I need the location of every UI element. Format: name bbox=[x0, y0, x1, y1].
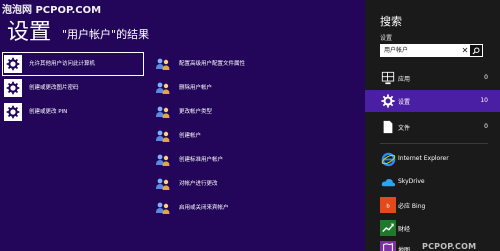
gear-icon bbox=[4, 79, 22, 97]
app-bing[interactable]: b 必应 Bing bbox=[365, 194, 500, 216]
category-settings[interactable]: 设置 10 bbox=[365, 90, 500, 112]
search-input[interactable] bbox=[381, 45, 460, 56]
maps-icon bbox=[380, 241, 396, 251]
users-icon bbox=[154, 79, 172, 97]
category-apps[interactable]: 应用 0 bbox=[365, 67, 500, 89]
result-item-create-account[interactable]: 创建帐户 bbox=[152, 124, 272, 148]
app-finance[interactable]: 财经 bbox=[365, 217, 500, 239]
result-item-advanced-profile[interactable]: 配置高级用户配置文件属性 bbox=[152, 52, 272, 76]
users-icon bbox=[154, 55, 172, 73]
internet-explorer-icon bbox=[380, 151, 396, 167]
result-item-pin[interactable]: 创建或更改 PIN bbox=[2, 100, 144, 124]
results-column-right: 配置高级用户配置文件属性 删除用户帐户 更改帐户类型 创建帐户 创建标准用户帐户… bbox=[152, 52, 272, 220]
app-internet-explorer[interactable]: Internet Explorer bbox=[365, 148, 500, 170]
gear-icon bbox=[4, 55, 22, 73]
result-label: 创建标准用户帐户 bbox=[179, 157, 224, 163]
skydrive-icon bbox=[380, 174, 396, 190]
bing-icon: b bbox=[380, 197, 396, 213]
bottom-watermark: PCPOP.COM bbox=[422, 242, 477, 251]
category-label: 应用 bbox=[398, 76, 411, 83]
finance-icon bbox=[380, 220, 396, 236]
users-icon bbox=[154, 175, 172, 193]
result-label: 创建帐户 bbox=[179, 133, 202, 139]
users-icon bbox=[154, 103, 172, 121]
search-box[interactable]: ✕ bbox=[380, 44, 483, 57]
users-icon bbox=[154, 151, 172, 169]
result-label: 启用或关闭来宾帐户 bbox=[179, 205, 229, 211]
close-icon[interactable]: ✕ bbox=[460, 45, 470, 56]
page-title: 设置 bbox=[7, 20, 52, 45]
result-item-modify-account[interactable]: 对帐户进行更改 bbox=[152, 172, 272, 196]
users-icon bbox=[154, 199, 172, 217]
page-subtitle: "用户帐户"的结果 bbox=[62, 28, 150, 41]
category-count: 0 bbox=[484, 74, 488, 81]
result-label: 对帐户进行更改 bbox=[179, 181, 218, 187]
app-skydrive[interactable]: SkyDrive bbox=[365, 171, 500, 193]
result-item-delete-account[interactable]: 删除用户帐户 bbox=[152, 76, 272, 100]
result-label: 删除用户帐户 bbox=[179, 85, 213, 91]
search-results-pane: 泡泡网 PCPOP.COM 设置 "用户帐户"的结果 允许其他用户访问此计算机 … bbox=[0, 0, 365, 251]
result-label: 更改帐户类型 bbox=[179, 109, 213, 115]
search-charm: 搜索 设置 ✕ 应用 0 设置 10 文件 0 Internet Explore… bbox=[365, 0, 500, 251]
gear-icon bbox=[4, 103, 22, 121]
result-item-change-account-type[interactable]: 更改帐户类型 bbox=[152, 100, 272, 124]
category-label: 文件 bbox=[398, 125, 411, 132]
site-watermark: 泡泡网 PCPOP.COM bbox=[2, 5, 102, 16]
search-button[interactable] bbox=[470, 45, 482, 56]
app-label: 财经 bbox=[398, 226, 411, 233]
result-item-guest-account[interactable]: 启用或关闭来宾帐户 bbox=[152, 196, 272, 220]
svg-text:b: b bbox=[386, 204, 390, 210]
app-label: Internet Explorer bbox=[398, 155, 449, 162]
app-label: 必应 Bing bbox=[398, 203, 426, 210]
search-scope-label: 设置 bbox=[380, 35, 393, 42]
app-label: SkyDrive bbox=[398, 178, 425, 185]
gear-icon bbox=[380, 93, 396, 109]
results-column-left: 允许其他用户访问此计算机 创建或更改图片密码 创建或更改 PIN bbox=[2, 52, 144, 124]
search-icon bbox=[472, 46, 480, 54]
result-label: 创建或更改 PIN bbox=[29, 109, 68, 115]
result-item-allow-others[interactable]: 允许其他用户访问此计算机 bbox=[2, 52, 144, 76]
category-count: 10 bbox=[480, 97, 488, 104]
category-count: 0 bbox=[484, 123, 488, 130]
category-label: 设置 bbox=[398, 99, 411, 106]
category-files[interactable]: 文件 0 bbox=[365, 116, 500, 138]
users-icon bbox=[154, 127, 172, 145]
document-icon bbox=[380, 119, 396, 135]
result-label: 允许其他用户访问此计算机 bbox=[29, 61, 96, 67]
apps-grid-icon bbox=[380, 70, 396, 86]
result-label: 创建或更改图片密码 bbox=[29, 85, 79, 91]
app-label: 地图 bbox=[398, 247, 411, 251]
charm-divider bbox=[380, 143, 488, 144]
result-label: 配置高级用户配置文件属性 bbox=[179, 61, 246, 67]
charm-title: 搜索 bbox=[380, 15, 402, 28]
result-item-create-standard-account[interactable]: 创建标准用户帐户 bbox=[152, 148, 272, 172]
result-item-picture-password[interactable]: 创建或更改图片密码 bbox=[2, 76, 144, 100]
